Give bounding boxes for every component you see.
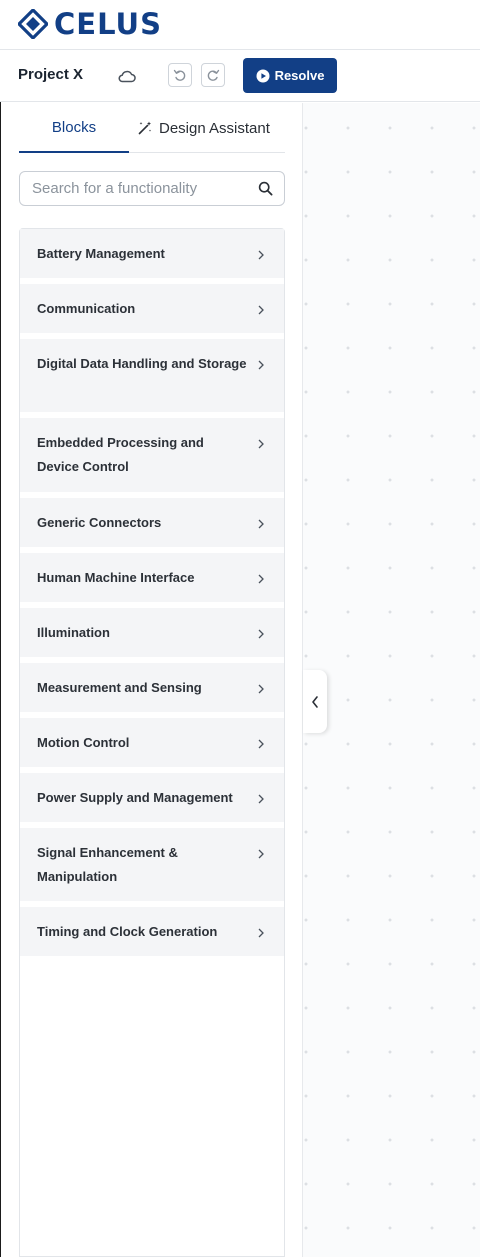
block-category-label: Embedded Processing and Device Control <box>37 435 204 474</box>
chevron-right-icon <box>258 739 264 749</box>
search-icon[interactable] <box>258 181 273 196</box>
block-category-item[interactable]: Measurement and Sensing <box>20 663 284 712</box>
chevron-right-icon <box>258 794 264 804</box>
chevron-right-icon <box>258 519 264 529</box>
block-category-list: Battery Management Communication Digital… <box>19 228 285 1257</box>
block-category-item[interactable]: Signal Enhancement & Manipulation <box>20 828 284 901</box>
block-category-label: Digital Data Handling and Storage <box>37 356 247 371</box>
resolve-button[interactable]: Resolve <box>243 58 337 93</box>
block-category-label: Communication <box>37 301 136 316</box>
sidebar-tabs: Blocks Design Assistant <box>19 103 285 153</box>
cloud-icon[interactable] <box>117 66 137 86</box>
block-category-label: Human Machine Interface <box>37 570 195 585</box>
undo-button[interactable] <box>168 63 192 87</box>
block-category-label: Illumination <box>37 625 110 640</box>
block-category-item[interactable]: Illumination <box>20 608 284 657</box>
chevron-right-icon <box>258 684 264 694</box>
block-category-item[interactable]: Human Machine Interface <box>20 553 284 602</box>
block-category-item[interactable]: Timing and Clock Generation <box>20 907 284 956</box>
project-toolbar: Project X Resolve <box>0 50 480 102</box>
block-category-label: Battery Management <box>37 246 165 261</box>
tab-blocks-label: Blocks <box>51 118 97 136</box>
chevron-right-icon <box>258 629 264 639</box>
magic-wand-icon <box>138 121 152 135</box>
play-circle-icon <box>256 69 270 82</box>
search-input[interactable] <box>32 172 252 205</box>
block-category-label: Timing and Clock Generation <box>37 924 218 939</box>
block-category-item[interactable]: Battery Management <box>20 229 284 278</box>
block-category-item[interactable]: Embedded Processing and Device Control <box>20 418 284 492</box>
block-category-label: Measurement and Sensing <box>37 680 202 695</box>
undo-icon <box>173 69 186 81</box>
tab-blocks[interactable]: Blocks <box>19 103 129 153</box>
block-category-item[interactable]: Power Supply and Management <box>20 773 284 822</box>
block-category-item[interactable]: Motion Control <box>20 718 284 767</box>
chevron-right-icon <box>258 305 264 315</box>
sidebar-collapse-button[interactable] <box>303 670 327 733</box>
chevron-right-icon <box>258 250 264 260</box>
functionality-search <box>19 171 285 206</box>
logo-mark-icon <box>18 9 48 39</box>
redo-icon <box>207 69 220 81</box>
logo-text: CELUS <box>54 7 162 41</box>
chevron-right-icon <box>258 360 264 370</box>
project-name[interactable]: Project X <box>18 66 83 83</box>
block-category-label: Motion Control <box>37 735 130 750</box>
chevron-right-icon <box>258 849 264 859</box>
block-category-item[interactable]: Generic Connectors <box>20 498 284 547</box>
resolve-label: Resolve <box>274 68 325 83</box>
chevron-right-icon <box>258 928 264 938</box>
block-category-label: Power Supply and Management <box>37 790 233 805</box>
celus-logo[interactable]: CELUS <box>18 7 162 41</box>
top-bar: CELUS <box>0 0 480 50</box>
design-canvas[interactable] <box>303 103 480 1257</box>
chevron-right-icon <box>258 439 264 449</box>
block-category-label: Generic Connectors <box>37 515 162 530</box>
tab-design-assistant-label: Design Assistant <box>159 119 270 137</box>
block-category-item[interactable]: Digital Data Handling and Storage <box>20 339 284 412</box>
blocks-sidebar: Blocks Design Assistant Battery Manageme… <box>1 103 303 1257</box>
chevron-right-icon <box>258 574 264 584</box>
block-category-item[interactable]: Communication <box>20 284 284 333</box>
chevron-left-icon <box>312 695 318 708</box>
block-category-label: Signal Enhancement & Manipulation <box>37 845 178 884</box>
tab-design-assistant[interactable]: Design Assistant <box>137 103 287 153</box>
redo-button[interactable] <box>201 63 225 87</box>
